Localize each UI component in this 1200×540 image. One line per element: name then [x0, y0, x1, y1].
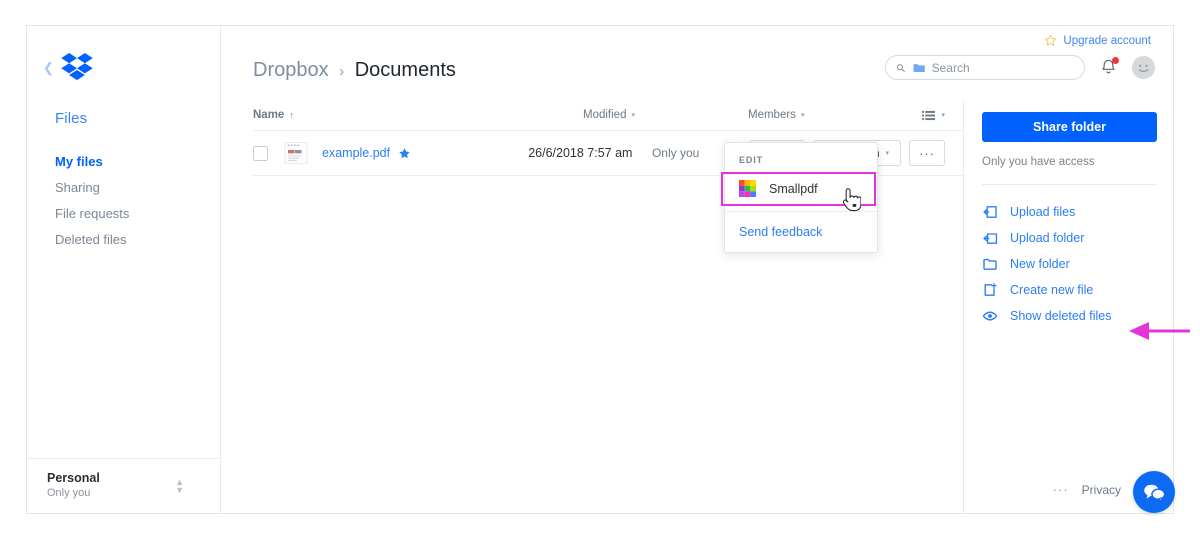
- file-list: Name ↑ Modified ▾ Members ▾: [221, 100, 963, 513]
- privacy-link[interactable]: Privacy: [1082, 483, 1121, 497]
- send-feedback-link[interactable]: Send feedback: [725, 212, 877, 248]
- show-deleted-files-action[interactable]: Show deleted files: [982, 303, 1157, 329]
- new-folder-action[interactable]: New folder: [982, 251, 1157, 277]
- chat-support-button[interactable]: [1133, 471, 1175, 513]
- eye-icon: [982, 308, 998, 324]
- breadcrumb-separator: ›: [339, 63, 344, 80]
- create-new-file-action[interactable]: Create new file: [982, 277, 1157, 303]
- chevron-down-icon: ▾: [801, 112, 805, 119]
- column-header-members-label: Members: [748, 109, 796, 121]
- upload-folder-action[interactable]: Upload folder: [982, 225, 1157, 251]
- sidebar-nav: My files Sharing File requests Deleted f…: [27, 149, 220, 253]
- search-icon: [896, 62, 906, 74]
- create-file-icon: [982, 282, 998, 298]
- search-input[interactable]: [932, 61, 1074, 75]
- new-folder-label: New folder: [1010, 257, 1070, 271]
- content-area: Name ↑ Modified ▾ Members ▾: [221, 100, 1173, 513]
- sidebar-item-file-requests[interactable]: File requests: [55, 201, 220, 227]
- smallpdf-icon: [739, 180, 756, 197]
- upload-files-action[interactable]: Upload files: [982, 199, 1157, 225]
- notification-badge-dot: [1112, 57, 1119, 64]
- chevron-down-icon: ▾: [631, 112, 635, 119]
- column-header-modified[interactable]: Modified ▾: [583, 109, 748, 121]
- dropbox-logo[interactable]: [60, 53, 94, 83]
- footer-overflow-button[interactable]: ···: [1053, 482, 1069, 497]
- left-sidebar: ❮ Files My files Sharing File: [27, 26, 221, 513]
- account-info: Personal Only you: [47, 470, 100, 501]
- pointer-hand-cursor: [839, 186, 861, 213]
- table-header-row: Name ↑ Modified ▾ Members ▾: [253, 100, 963, 131]
- logo-row: ❮: [27, 48, 220, 88]
- panel-footer: ··· Privacy ?: [982, 478, 1157, 513]
- breadcrumb-current: Documents: [355, 59, 456, 81]
- dropdown-section-label: EDIT: [725, 143, 877, 172]
- row-checkbox[interactable]: [253, 146, 268, 161]
- column-header-name-label: Name: [253, 109, 284, 121]
- upload-folder-icon: [982, 230, 998, 246]
- upload-folder-label: Upload folder: [1010, 231, 1084, 245]
- sort-ascending-icon: ↑: [289, 110, 294, 120]
- upgrade-account-link[interactable]: Upgrade account: [1044, 34, 1155, 47]
- sidebar-section-files[interactable]: Files: [27, 110, 220, 127]
- window-body: ❮ Files My files Sharing File: [27, 26, 1173, 513]
- sidebar-item-my-files[interactable]: My files: [55, 149, 220, 175]
- show-deleted-files-label: Show deleted files: [1010, 309, 1111, 323]
- app-screenshot: ❮ Files My files Sharing File: [0, 0, 1200, 540]
- open-with-dropdown: EDIT: [724, 142, 878, 253]
- star-filled-icon[interactable]: [398, 147, 411, 160]
- dropbox-window: ❮ Files My files Sharing File: [26, 25, 1174, 514]
- sidebar-top: ❮ Files My files Sharing File: [27, 26, 220, 458]
- create-new-file-label: Create new file: [1010, 283, 1093, 297]
- upload-files-label: Upload files: [1010, 205, 1075, 219]
- top-bar-right: Upgrade account: [885, 26, 1155, 80]
- chat-bubble-icon: [1142, 482, 1166, 503]
- top-bar: Dropbox › Documents Upgrade account: [221, 26, 1173, 100]
- file-name-link[interactable]: example.pdf: [322, 146, 390, 160]
- sidebar-item-deleted-files[interactable]: Deleted files: [55, 227, 220, 253]
- access-note: Only you have access: [982, 156, 1157, 168]
- search-box[interactable]: [885, 55, 1085, 80]
- account-sub: Only you: [47, 486, 100, 501]
- breadcrumb-root[interactable]: Dropbox: [253, 59, 329, 81]
- column-header-modified-label: Modified: [583, 109, 626, 121]
- account-name: Personal: [47, 470, 100, 486]
- right-panel: Share folder Only you have access Upload…: [963, 100, 1173, 513]
- star-outline-icon: [1044, 34, 1057, 47]
- list-view-icon: [922, 110, 935, 121]
- cell-modified: 26/6/2018 7:57 am: [528, 146, 652, 160]
- upgrade-account-label: Upgrade account: [1063, 35, 1151, 47]
- account-switcher[interactable]: Personal Only you ▲▼: [27, 458, 220, 513]
- dropdown-item-smallpdf[interactable]: Smallpdf: [725, 172, 877, 205]
- avatar[interactable]: [1132, 56, 1155, 79]
- breadcrumb: Dropbox › Documents: [253, 59, 456, 82]
- upload-file-icon: [982, 204, 998, 220]
- share-folder-button[interactable]: Share folder: [982, 112, 1157, 142]
- chevron-up-down-icon[interactable]: ▲▼: [175, 478, 184, 494]
- chevron-down-icon: ▾: [886, 150, 890, 157]
- column-header-members[interactable]: Members ▾: [748, 109, 878, 121]
- chevron-left-icon[interactable]: ❮: [43, 61, 54, 74]
- file-name-cell: example.pdf: [322, 146, 528, 160]
- top-bar-controls: [885, 55, 1155, 80]
- column-header-name[interactable]: Name ↑: [253, 109, 583, 121]
- view-options-button[interactable]: ▾: [922, 110, 945, 121]
- sidebar-item-sharing[interactable]: Sharing: [55, 175, 220, 201]
- folder-icon: [982, 256, 998, 272]
- pdf-thumbnail-icon: [284, 142, 308, 164]
- chevron-down-icon: ▾: [941, 112, 945, 119]
- notifications-button[interactable]: [1099, 57, 1118, 78]
- dropdown-item-smallpdf-label: Smallpdf: [769, 182, 818, 196]
- main-area: Dropbox › Documents Upgrade account: [221, 26, 1173, 513]
- row-overflow-button[interactable]: ···: [909, 140, 945, 166]
- panel-divider: [982, 184, 1157, 185]
- folder-icon: [913, 62, 925, 74]
